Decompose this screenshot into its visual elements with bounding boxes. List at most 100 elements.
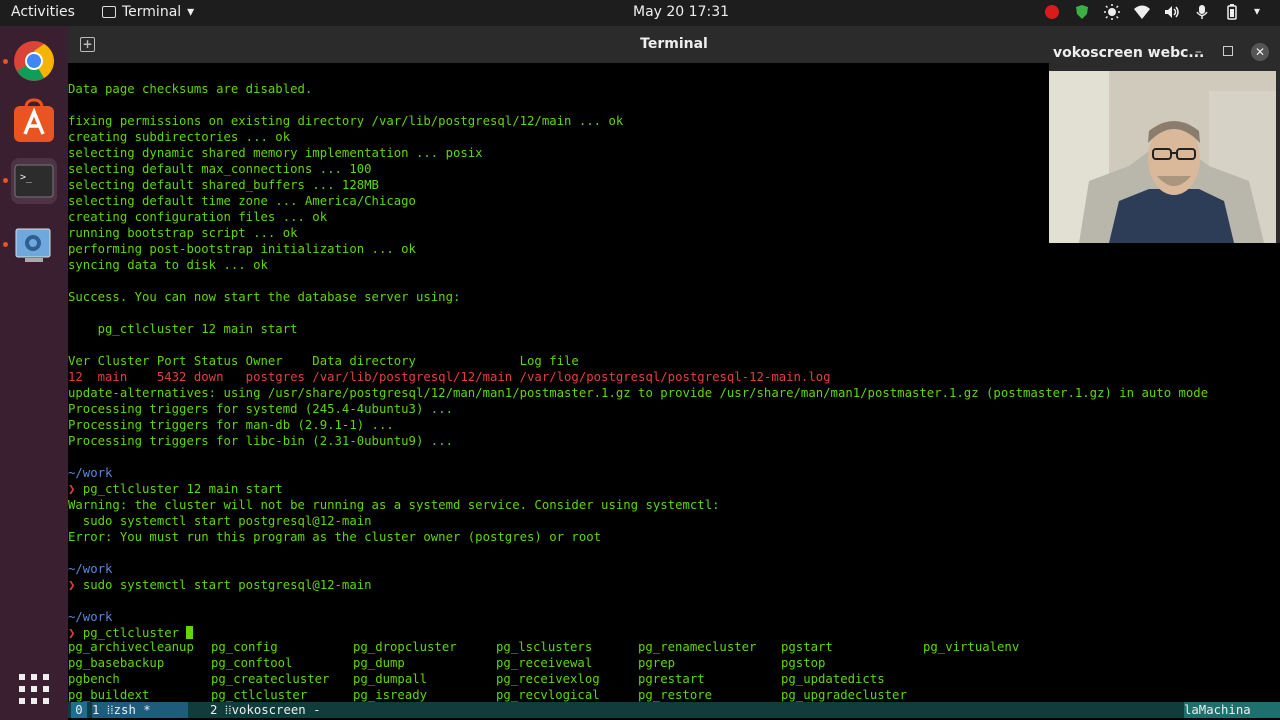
apps-grid-icon[interactable] [11,666,57,712]
terminal-line: running bootstrap script ... ok [68,225,1208,241]
terminal-line: ❯ sudo systemctl start postgresql@12-mai… [68,577,1208,593]
terminal-text: Processing triggers for systemd (245.4-4… [68,402,453,416]
completion-item[interactable]: pg_ctlcluster [211,687,307,703]
completion-item[interactable]: pg_dropcluster [353,639,457,655]
hostname: laMachina [1184,702,1280,718]
terminal-text: update-alternatives: using /usr/share/po… [68,386,1209,400]
terminal-line: Processing triggers for systemd (245.4-4… [68,401,1208,417]
terminal-text: 12 main 5432 down postgres /var/lib/post… [68,370,831,384]
terminal-text: fixing permissions on existing directory… [68,114,624,128]
terminal-line: fixing permissions on existing directory… [68,113,1208,129]
terminal-text: selecting dynamic shared memory implemen… [68,146,483,160]
completion-item[interactable]: pg_receivexlog [496,671,600,687]
terminal-app-icon [102,6,116,18]
chevron-down-icon: ▾ [187,4,195,20]
volume-icon[interactable] [1164,4,1180,20]
prompt-arrow: ❯ [68,482,83,496]
microphone-icon[interactable] [1194,4,1210,20]
settings-tool-icon[interactable] [11,222,57,268]
terminal-text: selecting default max_connections ... 10… [68,162,372,176]
terminal-icon[interactable]: >_ [11,158,57,204]
terminal-line: 12 main 5432 down postgres /var/lib/post… [68,369,1208,385]
terminal-line: creating subdirectories ... ok [68,129,1208,145]
top-bar: Activities Terminal ▾ May 20 17:31 ▾ [0,0,1280,26]
window-tab-2[interactable]: 2 ⁞⁞vokoscreen - [210,702,320,718]
chevron-down-icon[interactable]: ▾ [1254,4,1270,20]
completion-item[interactable]: pg_buildext [68,687,149,703]
chrome-icon[interactable] [11,38,57,84]
terminal-line: Processing triggers for man-db (2.9.1-1)… [68,417,1208,433]
minimize-button[interactable]: – [1195,44,1202,60]
close-button[interactable]: ✕ [1251,43,1269,61]
software-center-icon[interactable] [11,98,57,144]
completion-item[interactable]: pg_renamecluster [638,639,756,655]
terminal-line: ❯ pg_ctlcluster 12 main start [68,481,1208,497]
svg-text:>_: >_ [20,172,33,183]
completion-item[interactable]: pg_virtualenv [923,639,1019,655]
completion-item[interactable]: pg_receivewal [496,655,592,671]
completion-item[interactable]: pg_dump [353,655,405,671]
completion-item[interactable]: pgbench [68,671,120,687]
terminal-line: performing post-bootstrap initialization… [68,241,1208,257]
wifi-icon[interactable] [1134,4,1150,20]
terminal-text: sudo systemctl start postgresql@12-main [68,514,372,528]
terminal-line: ~/work [68,465,1208,481]
brightness-icon[interactable] [1104,4,1120,20]
battery-icon[interactable] [1224,4,1240,20]
terminal-text: performing post-bootstrap initialization… [68,242,416,256]
terminal-text: Success. You can now start the database … [68,290,461,304]
new-tab-icon[interactable]: + [80,37,95,52]
terminal-line: update-alternatives: using /usr/share/po… [68,385,1208,401]
maximize-button[interactable] [1223,46,1233,56]
terminal-line: selecting dynamic shared memory implemen… [68,145,1208,161]
terminal-text: selecting default time zone ... America/… [68,194,416,208]
terminal-text: Ver Cluster Port Status Owner Data direc… [68,354,579,368]
completion-item[interactable]: pg_archivecleanup [68,639,194,655]
activities-button[interactable]: Activities [11,4,75,20]
completion-item[interactable]: pg_lsclusters [496,639,592,655]
completion-item[interactable]: pg_updatedicts [781,671,885,687]
text-cursor [186,626,194,639]
terminal-text: syncing data to disk ... ok [68,258,268,272]
terminal-text: selecting default shared_buffers ... 128… [68,178,379,192]
shield-icon[interactable] [1074,4,1090,20]
completion-item[interactable]: pg_dumpall [353,671,427,687]
terminal-text: creating subdirectories ... ok [68,130,291,144]
completion-item[interactable]: pgstop [781,655,825,671]
terminal-text: Error: You must run this program as the … [68,530,602,544]
terminal-line: syncing data to disk ... ok [68,257,1208,273]
window-tab-1[interactable]: 1 ⁞⁞zsh * [92,702,188,718]
terminal-line: selecting default shared_buffers ... 128… [68,177,1208,193]
webcam-video [1049,71,1276,243]
clock[interactable]: May 20 17:31 [633,4,729,20]
terminal-text: pg_ctlcluster [82,626,187,640]
terminal-text: running bootstrap script ... ok [68,226,298,240]
completion-item[interactable]: pgrep [638,655,675,671]
webcam-window[interactable]: vokoscreen webc... – ✕ [1049,36,1280,243]
record-icon[interactable] [1044,4,1060,20]
completion-item[interactable]: pg_recvlogical [496,687,600,703]
completion-item[interactable]: pgstart [781,639,833,655]
terminal-output[interactable]: Data page checksums are disabled. fixing … [68,81,1208,641]
prompt-arrow: ❯ [68,578,83,592]
terminal-text: sudo systemctl start postgresql@12-main [82,578,372,592]
completion-item[interactable]: pg_isready [353,687,427,703]
completion-item[interactable]: pg_basebackup [68,655,164,671]
terminal-line: Processing triggers for libc-bin (2.31-0… [68,433,1208,449]
completion-item[interactable]: pg_conftool [211,655,292,671]
completion-item[interactable]: pg_config [211,639,278,655]
terminal-text: Processing triggers for man-db (2.9.1-1)… [68,418,394,432]
completion-item[interactable]: pg_upgradecluster [781,687,907,703]
terminal-line: ~/work [68,609,1208,625]
terminal-text: Processing triggers for libc-bin (2.31-0… [68,434,453,448]
app-menu[interactable]: Terminal ▾ [102,4,194,20]
prompt-arrow: ❯ [68,626,83,640]
completion-item[interactable]: pgrestart [638,671,705,687]
running-indicator [3,178,8,183]
completion-item[interactable]: pg_restore [638,687,712,703]
completion-item[interactable]: pg_createcluster [211,671,329,687]
